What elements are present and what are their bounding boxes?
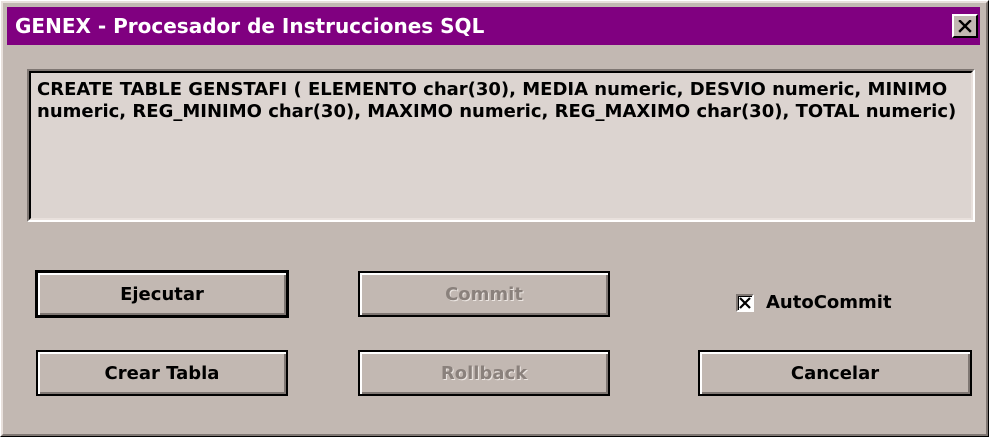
window-title: GENEX - Procesador de Instrucciones SQL [15, 14, 485, 38]
rollback-button[interactable]: Rollback [358, 350, 610, 396]
ejecutar-button[interactable]: Ejecutar [35, 270, 289, 318]
commit-button-label: Commit [445, 283, 523, 305]
autocommit-checkbox[interactable]: AutoCommit [736, 292, 892, 313]
close-icon [958, 19, 972, 33]
ejecutar-button-label: Ejecutar [120, 283, 204, 305]
cancelar-button[interactable]: Cancelar [698, 350, 972, 396]
cancelar-button-label: Cancelar [790, 362, 880, 384]
title-bar[interactable]: GENEX - Procesador de Instrucciones SQL [7, 7, 980, 45]
close-button[interactable] [952, 14, 978, 38]
dialog-window: GENEX - Procesador de Instrucciones SQL … [0, 0, 989, 437]
rollback-button-label: Rollback [440, 362, 528, 384]
crear-tabla-button[interactable]: Crear Tabla [36, 350, 288, 396]
sql-editor[interactable]: CREATE TABLE GENSTAFI ( ELEMENTO char(30… [27, 69, 975, 222]
commit-button[interactable]: Commit [358, 271, 610, 317]
sql-statement-text[interactable]: CREATE TABLE GENSTAFI ( ELEMENTO char(30… [37, 79, 963, 123]
autocommit-checkbox-box[interactable] [736, 293, 754, 312]
autocommit-label: AutoCommit [766, 292, 892, 313]
checkmark-x-icon [739, 296, 751, 309]
crear-tabla-button-label: Crear Tabla [104, 362, 220, 384]
